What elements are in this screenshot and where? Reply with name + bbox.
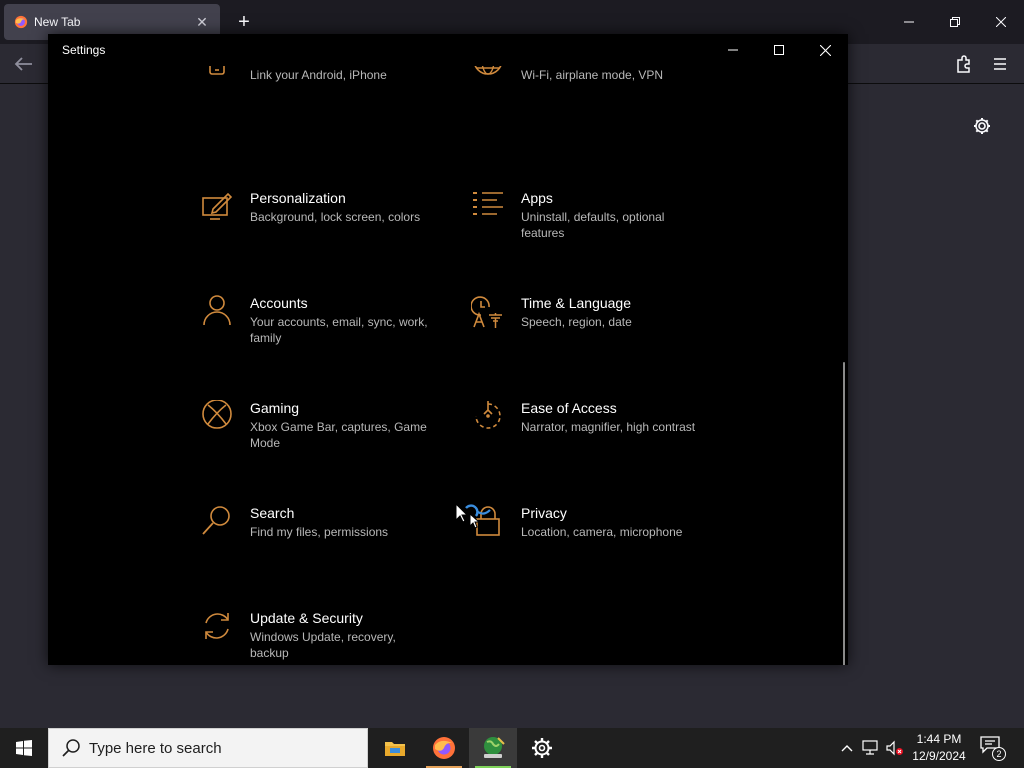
settings-minimize-button[interactable] — [710, 34, 756, 66]
firefox-icon — [433, 737, 455, 759]
taskbar-network-app[interactable] — [469, 728, 517, 768]
show-hidden-icons-chevron-icon[interactable] — [838, 728, 856, 768]
settings-tile-gaming[interactable]: Gaming Xbox Game Bar, captures, Game Mod… — [200, 400, 460, 480]
tile-description: Your accounts, email, sync, work, family — [250, 315, 428, 345]
notification-count-badge: 2 — [992, 747, 1006, 761]
clock-date: 12/9/2024 — [912, 749, 966, 763]
ease-of-access-icon — [475, 401, 501, 429]
back-arrow-icon[interactable] — [12, 54, 34, 74]
search-icon — [202, 506, 230, 535]
gear-icon — [532, 738, 552, 758]
settings-close-button[interactable] — [802, 34, 848, 66]
gear-icon[interactable] — [972, 116, 992, 136]
tile-description: Link your Android, iPhone — [250, 68, 387, 82]
settings-category-grid: Link your Android, iPhone Wi-Fi, airplan… — [48, 66, 848, 665]
tile-name: Ease of Access — [521, 400, 617, 416]
taskbar-clock[interactable]: 1:44 PM 12/9/2024 — [902, 731, 976, 765]
xbox-icon — [202, 400, 232, 429]
taskbar: Type here to search 1:44 PM 12/9/2024 2 — [0, 728, 1024, 768]
tile-description: Windows Update, recovery, backup — [250, 630, 396, 660]
taskbar-file-explorer[interactable] — [371, 728, 419, 768]
tile-description: Background, lock screen, colors — [250, 210, 421, 224]
folder-icon — [385, 742, 405, 756]
tile-name: Time & Language — [521, 295, 631, 311]
tile-description: Speech, region, date — [521, 315, 632, 329]
settings-tile-network[interactable]: Wi-Fi, airplane mode, VPN — [471, 66, 731, 128]
tile-name: Apps — [521, 190, 553, 206]
action-center-button[interactable]: 2 — [980, 736, 1006, 762]
person-icon — [203, 295, 231, 326]
settings-tile-phone[interactable]: Link your Android, iPhone — [200, 66, 460, 128]
settings-window-title: Settings — [62, 43, 106, 57]
settings-title-bar[interactable]: Settings — [48, 34, 848, 66]
tile-name: Update & Security — [250, 610, 363, 626]
settings-tile-ease-of-access[interactable]: Ease of Access Narrator, magnifier, high… — [471, 400, 731, 480]
settings-tile-accounts[interactable]: Accounts Your accounts, email, sync, wor… — [200, 295, 460, 375]
tile-description: Find my files, permissions — [250, 525, 389, 539]
network-status-icon[interactable] — [860, 728, 882, 768]
sync-icon — [205, 613, 229, 639]
tile-description: Location, camera, microphone — [521, 525, 683, 539]
tile-description: Narrator, magnifier, high contrast — [521, 420, 696, 434]
settings-scrollbar[interactable] — [843, 362, 845, 665]
start-button[interactable] — [0, 728, 48, 768]
phone-icon — [209, 66, 225, 75]
tab-title: New Tab — [34, 15, 81, 29]
new-tab-button[interactable]: + — [234, 12, 254, 32]
globe-icon — [474, 66, 502, 75]
browser-close-button[interactable] — [978, 8, 1024, 36]
settings-window: Settings Link your Android, iPhone Wi-Fi… — [48, 34, 848, 665]
tile-description: Wi-Fi, airplane mode, VPN — [521, 68, 664, 82]
settings-tile-update-security[interactable]: Update & Security Windows Update, recove… — [200, 610, 460, 665]
tile-name: Gaming — [250, 400, 300, 416]
taskbar-settings[interactable] — [518, 728, 566, 768]
settings-maximize-button[interactable] — [756, 34, 802, 66]
windows-logo-icon — [16, 740, 32, 756]
search-icon — [62, 739, 80, 757]
time-language-icon — [471, 296, 502, 328]
close-tab-icon[interactable]: ✕ — [194, 14, 210, 30]
taskbar-search-box[interactable]: Type here to search — [48, 728, 368, 768]
apps-icon — [473, 192, 503, 215]
tile-description: Xbox Game Bar, captures, Game Mode — [250, 420, 427, 450]
hamburger-menu-icon[interactable] — [990, 54, 1010, 74]
tile-name: Accounts — [250, 295, 308, 311]
browser-minimize-button[interactable] — [886, 8, 932, 36]
settings-tile-privacy[interactable]: Privacy Location, camera, microphone — [471, 505, 731, 585]
busy-cursor-icon — [455, 502, 491, 529]
globe-network-icon — [484, 737, 505, 758]
settings-tile-search[interactable]: Search Find my files, permissions — [200, 505, 460, 585]
tile-name: Privacy — [521, 505, 567, 521]
firefox-icon — [14, 15, 28, 29]
tile-name: Search — [250, 505, 295, 521]
settings-tile-time-language[interactable]: Time & Language Speech, region, date — [471, 295, 731, 375]
taskbar-firefox[interactable] — [420, 728, 468, 768]
tile-name: Personalization — [250, 190, 346, 206]
taskbar-search-placeholder: Type here to search — [89, 739, 222, 757]
settings-tile-apps[interactable]: Apps Uninstall, defaults, optional featu… — [471, 190, 731, 270]
settings-tile-personalization[interactable]: Personalization Background, lock screen,… — [200, 190, 460, 270]
extensions-icon[interactable] — [954, 54, 974, 74]
tile-description: Uninstall, defaults, optional features — [521, 210, 665, 240]
personalization-icon — [202, 192, 233, 220]
clock-time: 1:44 PM — [916, 732, 962, 746]
browser-restore-button[interactable] — [932, 8, 978, 36]
